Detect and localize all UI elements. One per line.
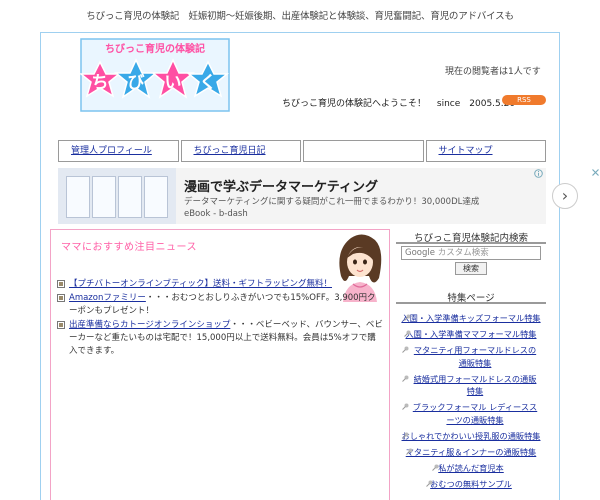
ad-line-2: eBook - b-dash xyxy=(184,209,248,219)
welcome-text: ちびっこ育児の体験記へようこそ！ xyxy=(282,99,427,109)
nav-link-sitemap[interactable]: サイトマップ xyxy=(439,146,493,156)
news-list: 【プチバトーオンラインブティック】送料・ギフトラッピング無料！ Amazonファ… xyxy=(57,278,383,359)
feature-link[interactable]: ブラックフォーマル レディーススーツの通販特集 xyxy=(413,402,537,425)
ad-close-icon[interactable] xyxy=(591,168,600,177)
main-nav: 管理人プロフィール ちびっこ育児日記 サイトマップ xyxy=(58,140,546,162)
visitor-count: 現在の閲覧者は1人です xyxy=(445,67,541,77)
logo-char-2: び xyxy=(128,73,145,93)
ad-info-icon[interactable] xyxy=(534,169,543,178)
feature-item: 私が読んだ育児本 xyxy=(396,462,546,475)
nav-link-diary[interactable]: ちびっこ育児日記 xyxy=(194,146,266,156)
pin-icon xyxy=(432,464,439,471)
nav-item-sitemap[interactable]: サイトマップ xyxy=(425,140,546,162)
feature-link[interactable]: 結婚式用フォーマルドレスの通販特集 xyxy=(414,374,537,397)
bullet-icon xyxy=(57,294,65,302)
ad-banner[interactable]: 漫画で学ぶデータマーケティング データマーケティングに関する疑問がこれ一冊でまる… xyxy=(58,168,599,224)
feature-link[interactable]: マタニティ服＆インナーの通販特集 xyxy=(406,447,537,457)
feature-item: 入園・入学準備キッズフォーマル特集 xyxy=(396,312,546,325)
feature-link[interactable]: おむつの無料サンプル xyxy=(430,479,512,489)
logo-char-4: く xyxy=(200,73,217,93)
pin-icon xyxy=(406,448,413,455)
nav-link-profile[interactable]: 管理人プロフィール xyxy=(71,146,152,156)
nav-item-profile[interactable]: 管理人プロフィール xyxy=(58,140,179,162)
feature-item: おしゃれでかわいい授乳服の通販特集 xyxy=(396,430,546,443)
logo-subtitle: ちびっこ育児の体験記 xyxy=(105,42,205,55)
nav-item-diary[interactable]: ちびっこ育児日記 xyxy=(180,140,301,162)
logo-char-3: い xyxy=(165,73,182,93)
sidebar-divider xyxy=(396,302,546,304)
ad-description: データマーケティングに関する疑問がこれ一冊でまるわかり！30,000DL達成 e… xyxy=(184,196,479,220)
ad-book-4 xyxy=(144,176,168,218)
ad-book-1 xyxy=(66,176,90,218)
ad-arrow-button[interactable]: › xyxy=(552,183,578,209)
news-link-petit-bateau[interactable]: 【プチバトーオンラインブティック】送料・ギフトラッピング無料！ xyxy=(69,279,332,289)
feature-link[interactable]: 私が読んだ育児本 xyxy=(438,463,504,473)
news-box: ママにおすすめ注目ニュース 【プチバトーオンラインブティック】送料・ギフトラッピ… xyxy=(50,229,390,500)
feature-item: 結婚式用フォーマルドレスの通販特集 xyxy=(396,373,546,398)
feature-list: 入園・入学準備キッズフォーマル特集 入園・入学準備ママフォーマル特集 マタニティ… xyxy=(396,312,546,494)
feature-item: マタニティ用フォーマルドレスの通販特集 xyxy=(396,344,546,369)
ad-title[interactable]: 漫画で学ぶデータマーケティング xyxy=(184,176,378,195)
sidebar-divider xyxy=(396,242,546,244)
site-caption: ちびっこ育児の体験記 妊娠初期〜妊娠後期、出産体験記と体験談、育児奮闘記、育児の… xyxy=(86,11,514,22)
ad-book-2 xyxy=(92,176,116,218)
search-input[interactable]: Google カスタム検索 xyxy=(401,246,541,260)
bullet-icon xyxy=(57,280,65,288)
pin-icon xyxy=(402,375,409,382)
feature-item: 入園・入学準備ママフォーマル特集 xyxy=(396,328,546,341)
site-logo[interactable]: ちびっこ育児の体験記 ち び い く xyxy=(80,38,230,112)
feature-item: ブラックフォーマル レディーススーツの通販特集 xyxy=(396,401,546,426)
feature-link[interactable]: 入園・入学準備キッズフォーマル特集 xyxy=(401,313,540,323)
news-link-amazon-family[interactable]: Amazonファミリー xyxy=(69,293,146,303)
google-label: Google xyxy=(405,248,435,258)
feature-item: マタニティ服＆インナーの通販特集 xyxy=(396,446,546,459)
logo-char-1: ち xyxy=(92,73,109,93)
pin-icon xyxy=(402,403,409,410)
ad-line-1: データマーケティングに関する疑問がこれ一冊でまるわかり！30,000DL達成 xyxy=(184,197,480,207)
pin-icon xyxy=(404,330,411,337)
pin-icon xyxy=(404,314,411,321)
pin-icon xyxy=(402,346,409,353)
feature-link[interactable]: マタニティ用フォーマルドレスの通販特集 xyxy=(414,345,536,368)
feature-link[interactable]: おしゃれでかわいい授乳服の通販特集 xyxy=(402,431,541,441)
bullet-icon xyxy=(57,321,65,329)
ad-image xyxy=(58,168,176,224)
feature-link[interactable]: 入園・入学準備ママフォーマル特集 xyxy=(405,329,536,339)
news-item: 【プチバトーオンラインブティック】送料・ギフトラッピング無料！ xyxy=(57,278,383,291)
search-button[interactable]: 検索 xyxy=(455,262,487,275)
ad-book-3 xyxy=(118,176,142,218)
news-title: ママにおすすめ注目ニュース xyxy=(61,242,197,253)
pin-icon xyxy=(426,480,433,487)
pin-icon xyxy=(402,432,409,439)
news-item: 出産準備ならカトージオンラインショップ・・・ベビーベッド、バウンサー、ベビーカー… xyxy=(57,319,383,358)
rss-button[interactable]: RSS xyxy=(502,95,546,105)
feature-item: おむつの無料サンプル xyxy=(396,478,546,491)
welcome-line: ちびっこ育児の体験記へようこそ！ since 2005.5.20 xyxy=(282,96,515,109)
search-placeholder: カスタム検索 xyxy=(437,248,489,258)
news-link-katoji[interactable]: 出産準備ならカトージオンラインショップ xyxy=(69,320,230,330)
news-item: Amazonファミリー・・・おむつとおしりふきがいつでも15%OFF。3,900… xyxy=(57,292,383,318)
nav-item-empty xyxy=(303,140,424,162)
